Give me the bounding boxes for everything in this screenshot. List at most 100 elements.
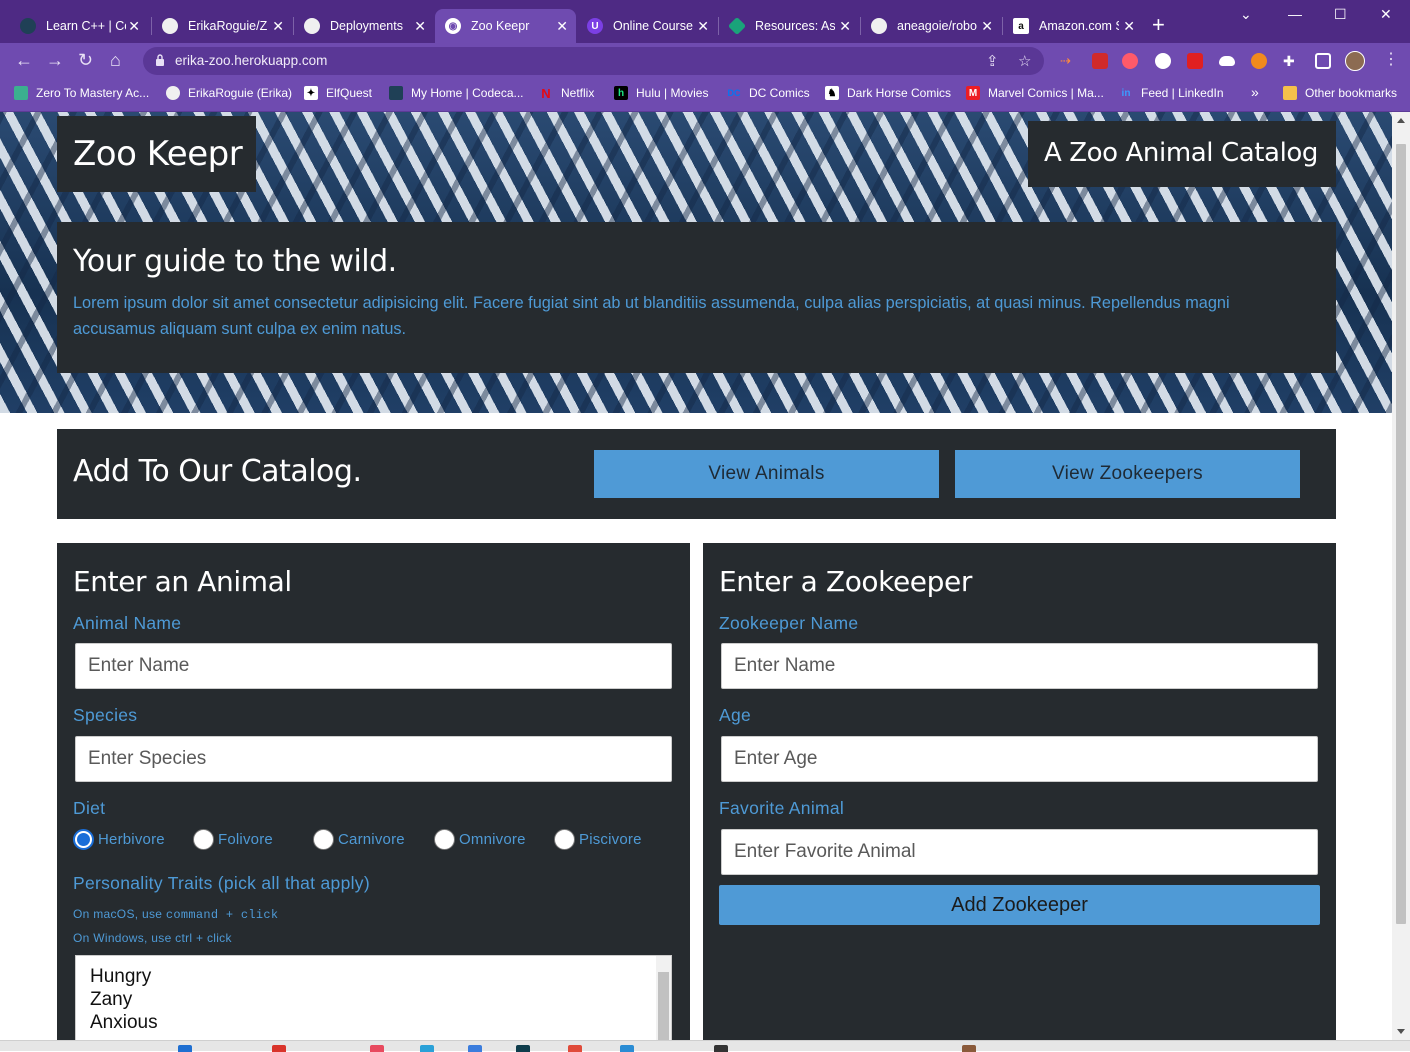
- favorite-animal-label: Favorite Animal: [719, 798, 845, 818]
- diet-radio-herbivore[interactable]: Herbivore: [73, 829, 165, 850]
- age-input[interactable]: [721, 736, 1318, 782]
- bookmark-erikaroguie[interactable]: ErikaRoguie (Erika): [166, 86, 292, 100]
- scroll-down-icon[interactable]: [1397, 1029, 1405, 1034]
- share-icon[interactable]: ⇪: [986, 52, 999, 70]
- close-icon[interactable]: ✕: [128, 18, 140, 35]
- bookmarks-overflow[interactable]: »: [1251, 84, 1259, 100]
- tab-erikaroguie[interactable]: ErikaRoguie/Z ✕: [152, 9, 292, 43]
- address-bar[interactable]: erika-zoo.herokuapp.com ⇪ ☆: [143, 47, 1044, 75]
- radio-button[interactable]: [73, 829, 94, 850]
- maximize-icon[interactable]: ☐: [1334, 6, 1347, 23]
- tab-amazon[interactable]: a Amazon.com S ✕: [1003, 9, 1143, 43]
- tab-learn-cpp[interactable]: Learn C++ | Co ✕: [10, 9, 148, 43]
- tab-label: ErikaRoguie/Z: [188, 19, 268, 33]
- add-zookeeper-button[interactable]: Add Zookeeper: [719, 885, 1320, 925]
- tab-aneagoie[interactable]: aneagoie/robo ✕: [861, 9, 1001, 43]
- tab-zoo-keepr[interactable]: ◉ Zoo Keepr ✕: [435, 9, 576, 43]
- extension-record-icon[interactable]: [1122, 53, 1138, 69]
- bookmark-netflix[interactable]: N Netflix: [539, 86, 595, 101]
- new-tab-button[interactable]: +: [1152, 14, 1165, 36]
- forward-icon[interactable]: →: [46, 50, 64, 70]
- url-text[interactable]: erika-zoo.herokuapp.com: [175, 53, 327, 68]
- bookmark-elfquest[interactable]: ✦ ElfQuest: [304, 86, 372, 100]
- extension-lastpass-icon[interactable]: [1092, 53, 1108, 69]
- menu-icon[interactable]: ⋮: [1383, 50, 1399, 70]
- view-zookeepers-button[interactable]: View Zookeepers: [955, 450, 1300, 498]
- bookmark-dark-horse[interactable]: ♞ Dark Horse Comics: [825, 86, 951, 100]
- scrollbar-thumb[interactable]: [1396, 144, 1406, 924]
- extension-cloud-icon[interactable]: [1219, 56, 1235, 66]
- side-panel-icon[interactable]: [1315, 53, 1331, 69]
- close-icon[interactable]: ✕: [981, 18, 993, 35]
- diet-radio-group: Herbivore Folivore Carnivore Omnivore Pi…: [73, 829, 673, 853]
- avatar[interactable]: [1345, 51, 1365, 71]
- home-icon[interactable]: ⌂: [110, 50, 121, 70]
- close-icon[interactable]: ✕: [697, 18, 709, 35]
- close-icon[interactable]: ✕: [839, 18, 851, 35]
- bookmark-label: DC Comics: [749, 86, 810, 100]
- trait-option[interactable]: Zany: [90, 989, 132, 1011]
- minimize-icon[interactable]: —: [1288, 6, 1302, 22]
- tab-resources[interactable]: Resources: Asy ✕: [719, 9, 859, 43]
- page-scrollbar[interactable]: [1392, 112, 1410, 1040]
- close-icon[interactable]: ✕: [272, 18, 284, 35]
- close-icon[interactable]: ✕: [414, 18, 426, 35]
- tab-online-course[interactable]: U Online Course ✕: [577, 9, 717, 43]
- other-bookmarks[interactable]: Other bookmarks: [1283, 86, 1397, 100]
- radio-button[interactable]: [554, 829, 575, 850]
- radio-button[interactable]: [434, 829, 455, 850]
- bookmark-label: ErikaRoguie (Erika): [188, 86, 293, 100]
- radio-button[interactable]: [313, 829, 334, 850]
- bookmark-label: Marvel Comics | Ma...: [988, 86, 1104, 100]
- radio-button[interactable]: [193, 829, 214, 850]
- close-window-icon[interactable]: ✕: [1380, 6, 1392, 23]
- marvel-icon: M: [966, 86, 980, 100]
- tab-search-icon[interactable]: ⌄: [1240, 6, 1252, 23]
- animal-name-input[interactable]: [75, 643, 672, 689]
- bookmark-label: Zero To Mastery Ac...: [36, 86, 150, 100]
- traits-scrollbar[interactable]: [656, 956, 671, 1040]
- bookmark-linkedin[interactable]: in Feed | LinkedIn: [1119, 86, 1224, 100]
- bookmark-zero-to-mastery[interactable]: Zero To Mastery Ac...: [14, 86, 149, 100]
- diet-radio-folivore[interactable]: Folivore: [193, 829, 273, 850]
- trait-option[interactable]: Anxious: [90, 1012, 158, 1034]
- diet-radio-omnivore[interactable]: Omnivore: [434, 829, 526, 850]
- tab-label: Learn C++ | Co: [46, 19, 126, 33]
- diet-radio-piscivore[interactable]: Piscivore: [554, 829, 642, 850]
- hint-text: On macOS, use: [73, 907, 163, 921]
- dc-icon: DC: [727, 88, 741, 98]
- back-icon[interactable]: ←: [15, 50, 33, 70]
- species-input[interactable]: [75, 736, 672, 782]
- bookmark-label: Netflix: [561, 86, 595, 100]
- reload-icon[interactable]: ↻: [78, 50, 93, 70]
- close-icon[interactable]: ✕: [1123, 18, 1135, 35]
- scroll-up-icon[interactable]: [1397, 118, 1405, 123]
- extensions-puzzle-icon[interactable]: ✚: [1283, 53, 1299, 69]
- scrollbar-thumb[interactable]: [658, 972, 669, 1040]
- favorite-animal-input[interactable]: [721, 829, 1318, 875]
- bookmark-dc-comics[interactable]: DC DC Comics: [727, 86, 810, 100]
- traits-multiselect[interactable]: Hungry Zany Anxious: [75, 955, 672, 1040]
- zookeeper-form-heading: Enter a Zookeeper: [719, 565, 972, 598]
- extension-metamask-icon[interactable]: [1251, 53, 1267, 69]
- radio-label: Piscivore: [579, 831, 642, 848]
- close-icon[interactable]: ✕: [556, 18, 568, 35]
- view-animals-button[interactable]: View Animals: [594, 450, 939, 498]
- bookmark-hulu[interactable]: h Hulu | Movies: [614, 86, 708, 100]
- tab-deployments[interactable]: Deployments ✕: [294, 9, 434, 43]
- bookmark-marvel[interactable]: M Marvel Comics | Ma...: [966, 86, 1104, 100]
- extension-arrow-icon[interactable]: ⇢: [1060, 53, 1076, 69]
- trait-option[interactable]: Hungry: [90, 966, 151, 988]
- extension-grammarly-icon[interactable]: [1155, 53, 1171, 69]
- resources-icon: [727, 16, 747, 36]
- bookmark-codecademy[interactable]: My Home | Codeca...: [389, 86, 524, 100]
- star-icon[interactable]: ☆: [1018, 52, 1031, 70]
- site-title[interactable]: Zoo Keepr: [73, 134, 243, 174]
- zookeeper-name-input[interactable]: [721, 643, 1318, 689]
- diet-radio-carnivore[interactable]: Carnivore: [313, 829, 405, 850]
- intro-text: Lorem ipsum dolor sit amet consectetur a…: [73, 294, 1230, 338]
- intro-heading: Your guide to the wild.: [73, 244, 397, 279]
- extension-pdf-icon[interactable]: [1187, 53, 1203, 69]
- bookmark-label: Other bookmarks: [1305, 86, 1398, 100]
- brand-box: Zoo Keepr: [57, 116, 256, 192]
